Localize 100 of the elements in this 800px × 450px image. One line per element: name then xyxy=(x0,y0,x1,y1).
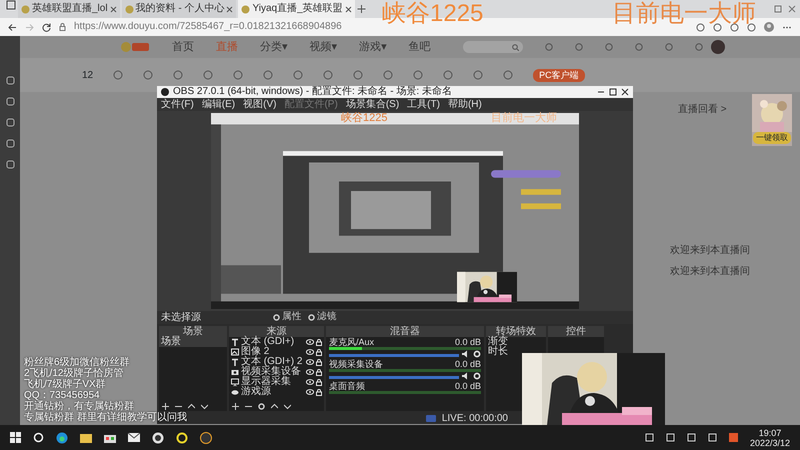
eye-icon[interactable] xyxy=(306,349,314,355)
browser-icon[interactable] xyxy=(56,432,68,444)
close-icon[interactable] xyxy=(226,6,234,12)
feature-icon[interactable] xyxy=(413,70,424,80)
up-icon[interactable] xyxy=(271,403,278,410)
feature-icon[interactable] xyxy=(203,70,214,80)
eye-icon[interactable] xyxy=(306,359,314,365)
menu-item[interactable]: 视图(V) xyxy=(243,100,276,110)
source-item[interactable]: 文本 (GDI+) 2 xyxy=(241,357,304,367)
reload-icon[interactable] xyxy=(42,22,51,32)
volume-slider[interactable] xyxy=(329,376,459,379)
remove-icon[interactable] xyxy=(175,403,182,410)
source-item[interactable]: 显示器采集 xyxy=(241,377,304,387)
eye-icon[interactable] xyxy=(306,379,314,385)
menu-item[interactable]: 工具(T) xyxy=(407,100,440,110)
sidebar-icon[interactable] xyxy=(6,97,14,106)
feature-icon[interactable] xyxy=(113,70,124,80)
app-icon[interactable] xyxy=(200,432,212,444)
browser-tab[interactable]: 我的资料 - 个人中心 xyxy=(122,0,236,18)
lock-icon[interactable] xyxy=(316,368,322,376)
feature-icon[interactable] xyxy=(323,70,334,80)
add-icon[interactable] xyxy=(162,403,169,410)
clock-date[interactable]: 2022/3/12 xyxy=(750,438,790,448)
clock-time[interactable]: 19:07 xyxy=(758,428,782,438)
feature-icon[interactable] xyxy=(443,70,454,80)
sidebar-icon[interactable] xyxy=(6,139,14,148)
menu-item[interactable]: 帮助(H) xyxy=(448,100,482,110)
down-icon[interactable] xyxy=(284,403,291,410)
sidebar-icon[interactable] xyxy=(6,160,14,169)
lock-icon[interactable] xyxy=(316,338,322,346)
eye-icon[interactable] xyxy=(306,369,314,375)
preview-overlay-text: 目前电一大师 xyxy=(491,113,557,124)
obs-icon[interactable] xyxy=(152,432,164,444)
source-item[interactable]: 图像 2 xyxy=(241,347,304,357)
feature-icon[interactable] xyxy=(233,70,244,80)
lock-icon[interactable] xyxy=(316,348,322,356)
overlay-title: 峡谷1225 xyxy=(382,2,484,26)
obs-logo-icon xyxy=(161,88,169,96)
claim-button[interactable]: 一键领取 xyxy=(753,132,791,144)
ime-icon[interactable] xyxy=(728,433,738,442)
menu-item[interactable]: 文件(F) xyxy=(161,100,194,110)
url-field[interactable]: https://www.douyu.com/72585467_r=0.01821321668904896 xyxy=(74,22,342,32)
dock-title: 转场特效 xyxy=(486,326,546,337)
transition-select[interactable]: 渐变 xyxy=(488,337,508,347)
feature-icon[interactable] xyxy=(293,70,304,80)
lock-icon[interactable] xyxy=(316,388,322,396)
avatar-icon[interactable] xyxy=(710,40,725,54)
down-icon[interactable] xyxy=(201,403,208,410)
lock-icon[interactable] xyxy=(316,358,322,366)
menu-item[interactable]: 场景集合(S) xyxy=(346,100,400,110)
back-icon[interactable] xyxy=(8,22,17,32)
menu-item[interactable]: 编辑(E) xyxy=(202,100,236,110)
volume-slider[interactable] xyxy=(329,354,459,357)
source-toolbar-button[interactable]: 属性 xyxy=(273,310,302,325)
folder-icon[interactable] xyxy=(80,432,92,442)
feature-icon[interactable] xyxy=(173,70,184,80)
remove-icon[interactable] xyxy=(245,403,252,410)
eye-icon[interactable] xyxy=(306,339,314,345)
gear-icon[interactable] xyxy=(473,372,481,380)
gear-icon[interactable] xyxy=(258,403,265,410)
replay-link[interactable]: 直播回看 > xyxy=(660,102,750,117)
browser-tab[interactable]: Yiyaq直播_英雄联盟 xyxy=(238,0,355,18)
tab-list-icon[interactable] xyxy=(6,0,16,10)
maximize-icon[interactable] xyxy=(609,88,617,96)
mail-icon[interactable] xyxy=(128,433,140,442)
feature-icon[interactable] xyxy=(263,70,274,80)
source-item[interactable]: 文本 (GDI+) xyxy=(241,337,304,347)
overlay-text: 专属钻粉群 群里有详细教学可以问我 xyxy=(24,412,187,423)
browser-tab[interactable]: 英雄联盟直播_lol xyxy=(18,0,120,18)
gear-icon[interactable] xyxy=(473,350,481,358)
client-button[interactable]: PC客户端 xyxy=(533,68,585,82)
source-item[interactable]: 视频采集设备 xyxy=(241,367,304,377)
search-field[interactable] xyxy=(462,41,523,53)
source-toolbar-button[interactable]: 滤镜 xyxy=(308,310,337,325)
start-icon[interactable] xyxy=(10,432,21,443)
up-icon[interactable] xyxy=(188,403,195,410)
bag-icon[interactable] xyxy=(104,432,116,443)
lock-icon[interactable] xyxy=(316,378,322,386)
sidebar-icon[interactable] xyxy=(6,76,14,85)
feature-icon[interactable] xyxy=(383,70,394,80)
add-icon[interactable] xyxy=(232,403,239,410)
source-item[interactable]: 游戏源 xyxy=(241,387,304,397)
feature-icon[interactable] xyxy=(143,70,154,80)
close-icon[interactable] xyxy=(621,88,629,96)
channel-name: 麦克风/Aux xyxy=(329,337,374,347)
image-source-icon xyxy=(231,348,239,356)
close-icon[interactable] xyxy=(344,6,352,12)
profile-icon[interactable] xyxy=(764,22,774,32)
feature-icon[interactable] xyxy=(503,70,514,80)
overlay-text: 2飞机/12级牌子恰房管 xyxy=(24,368,124,379)
monitor-source-icon xyxy=(231,378,239,386)
site-icon xyxy=(241,4,250,14)
feature-icon[interactable] xyxy=(473,70,484,80)
feature-icon[interactable] xyxy=(353,70,364,80)
ring-icon[interactable] xyxy=(176,432,188,444)
sidebar-icon[interactable] xyxy=(6,118,14,127)
eye-icon[interactable] xyxy=(306,389,314,395)
scene-item[interactable]: 场景 xyxy=(159,337,227,347)
close-icon[interactable] xyxy=(110,6,117,12)
chat-message: 欢迎来到本直播间 xyxy=(669,264,750,279)
